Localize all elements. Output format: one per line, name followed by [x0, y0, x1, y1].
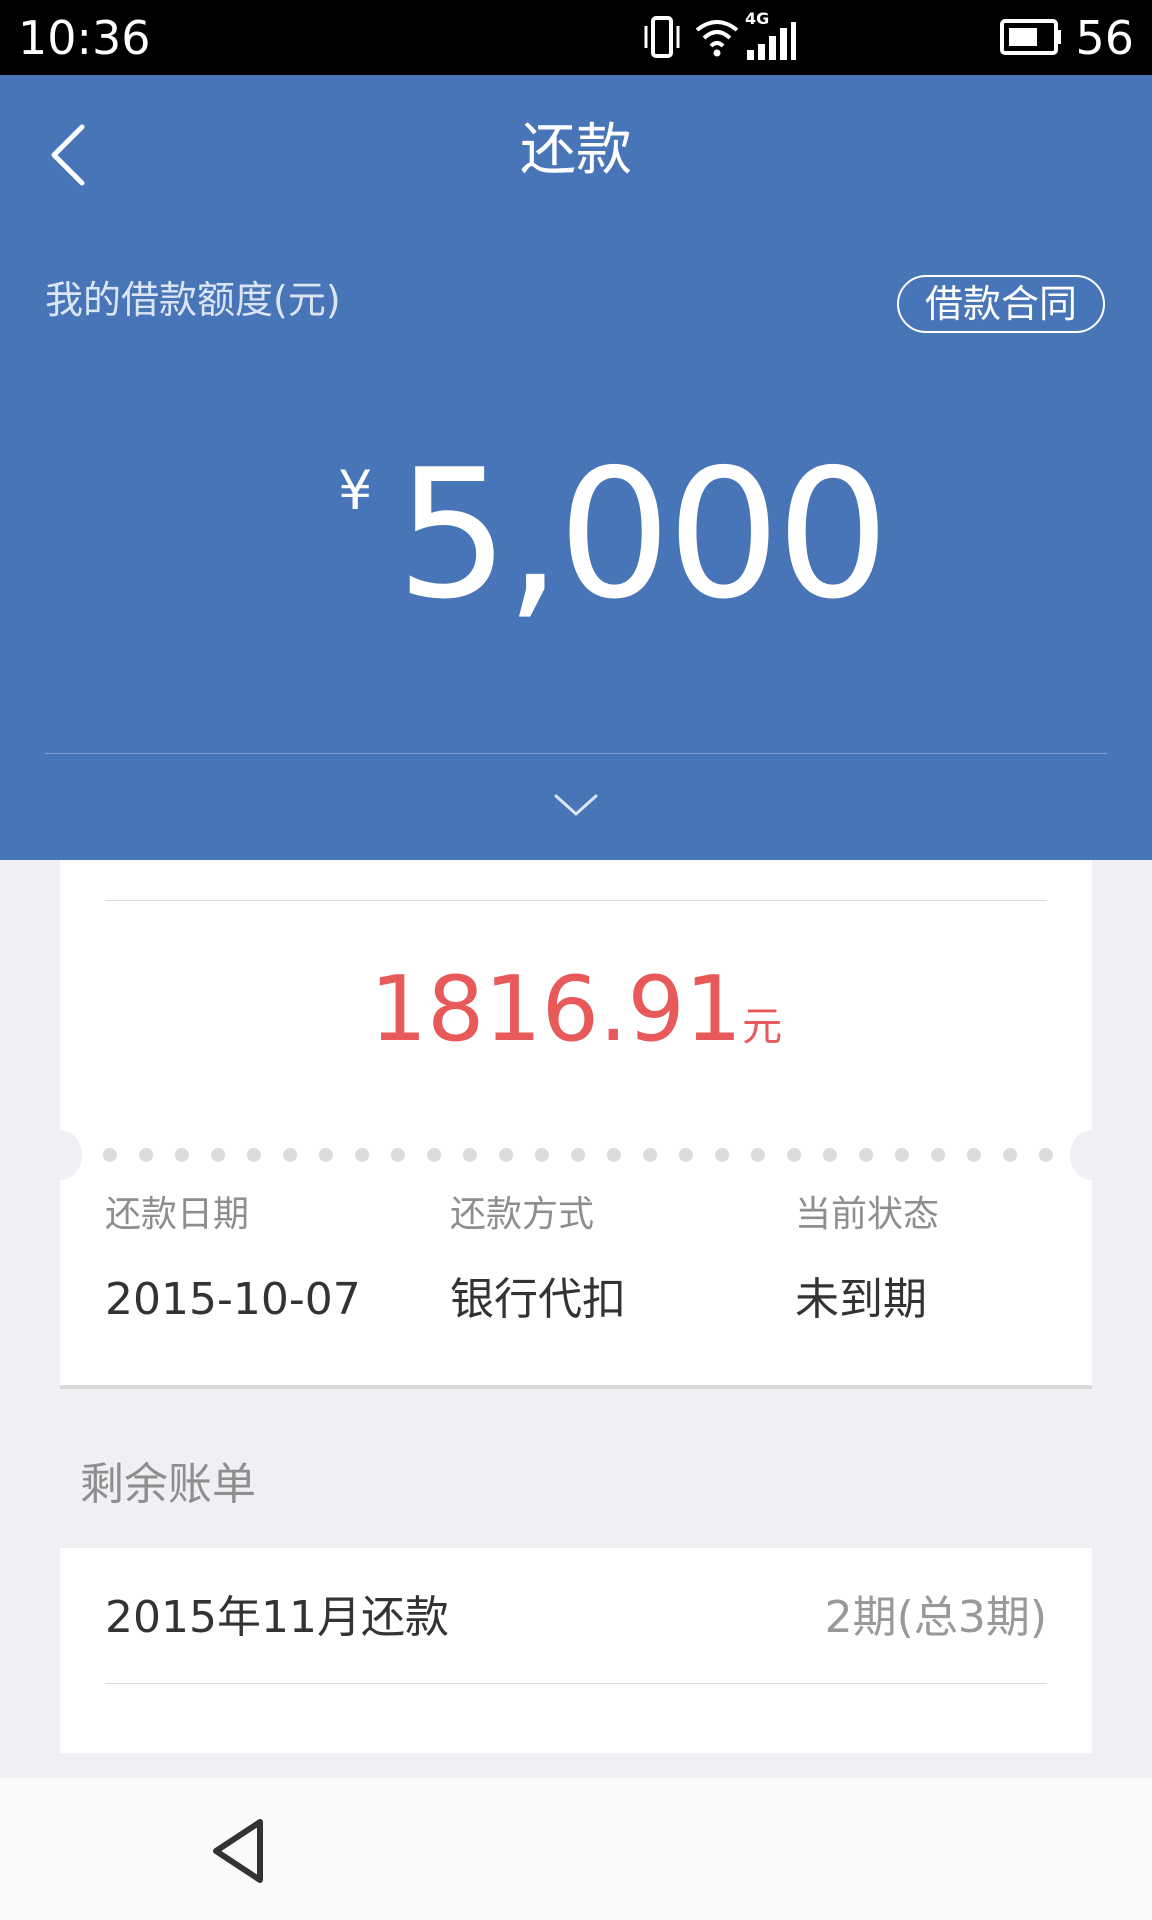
bill-amount: 1816.91元 — [60, 960, 1092, 1060]
vibrate-icon — [644, 16, 680, 58]
card-divider — [105, 900, 1047, 901]
perforation-divider — [103, 1148, 1053, 1162]
bill-info: 还款日期 2015-10-07 还款方式 银行代扣 当前状态 未到期 — [105, 1190, 1047, 1340]
bill-amount-value: 1816.91 — [369, 957, 743, 1062]
card-shadow — [60, 1385, 1092, 1389]
status-label: 当前状态 — [795, 1194, 940, 1235]
repay-method-value: 银行代扣 — [450, 1274, 626, 1325]
bill-month: 2015年11月还款 — [105, 1592, 449, 1643]
loan-contract-button[interactable]: 借款合同 — [897, 275, 1105, 333]
battery-level: 56 — [1075, 11, 1134, 65]
repay-date-column: 还款日期 2015-10-07 — [105, 1190, 405, 1330]
signal-icon: 4G — [745, 10, 797, 62]
repay-method-column: 还款方式 银行代扣 — [450, 1190, 750, 1330]
wifi-icon — [695, 20, 739, 57]
bill-amount-unit: 元 — [742, 1004, 783, 1050]
expand-button[interactable] — [552, 790, 600, 820]
status-column: 当前状态 未到期 — [795, 1190, 1095, 1330]
nav-back-button[interactable] — [208, 1816, 268, 1886]
remaining-bills-title: 剩余账单 — [80, 1459, 256, 1510]
remaining-bills-list: 2015年11月还款 2期(总3期) — [60, 1548, 1092, 1753]
status-bar: 10:36 4G 56 — [0, 0, 1152, 75]
status-time: 10:36 — [18, 11, 151, 65]
credit-header: 还款 我的借款额度(元) 借款合同 ¥ 5,000 — [0, 75, 1152, 860]
header-divider — [45, 753, 1107, 754]
chevron-down-icon — [554, 794, 598, 816]
page-title: 还款 — [520, 118, 632, 183]
credit-limit-amount: 5,000 — [396, 431, 890, 638]
triangle-back-icon — [213, 1819, 263, 1883]
current-bill-card: 1816.91元 还款日期 2015-10-07 还款方式 银行代扣 当前状态 … — [38, 860, 1114, 1389]
bill-period: 2期(总3期) — [824, 1592, 1047, 1643]
repay-date-label: 还款日期 — [105, 1194, 250, 1235]
repay-date-value: 2015-10-07 — [105, 1274, 361, 1325]
credit-limit-label: 我的借款额度(元) — [45, 278, 341, 322]
status-value: 未到期 — [795, 1274, 927, 1325]
system-nav-bar — [0, 1778, 1152, 1920]
battery-icon — [1000, 19, 1061, 55]
currency-symbol: ¥ — [338, 459, 373, 522]
list-item[interactable]: 2015年11月还款 2期(总3期) — [105, 1548, 1047, 1684]
repay-method-label: 还款方式 — [450, 1194, 595, 1235]
